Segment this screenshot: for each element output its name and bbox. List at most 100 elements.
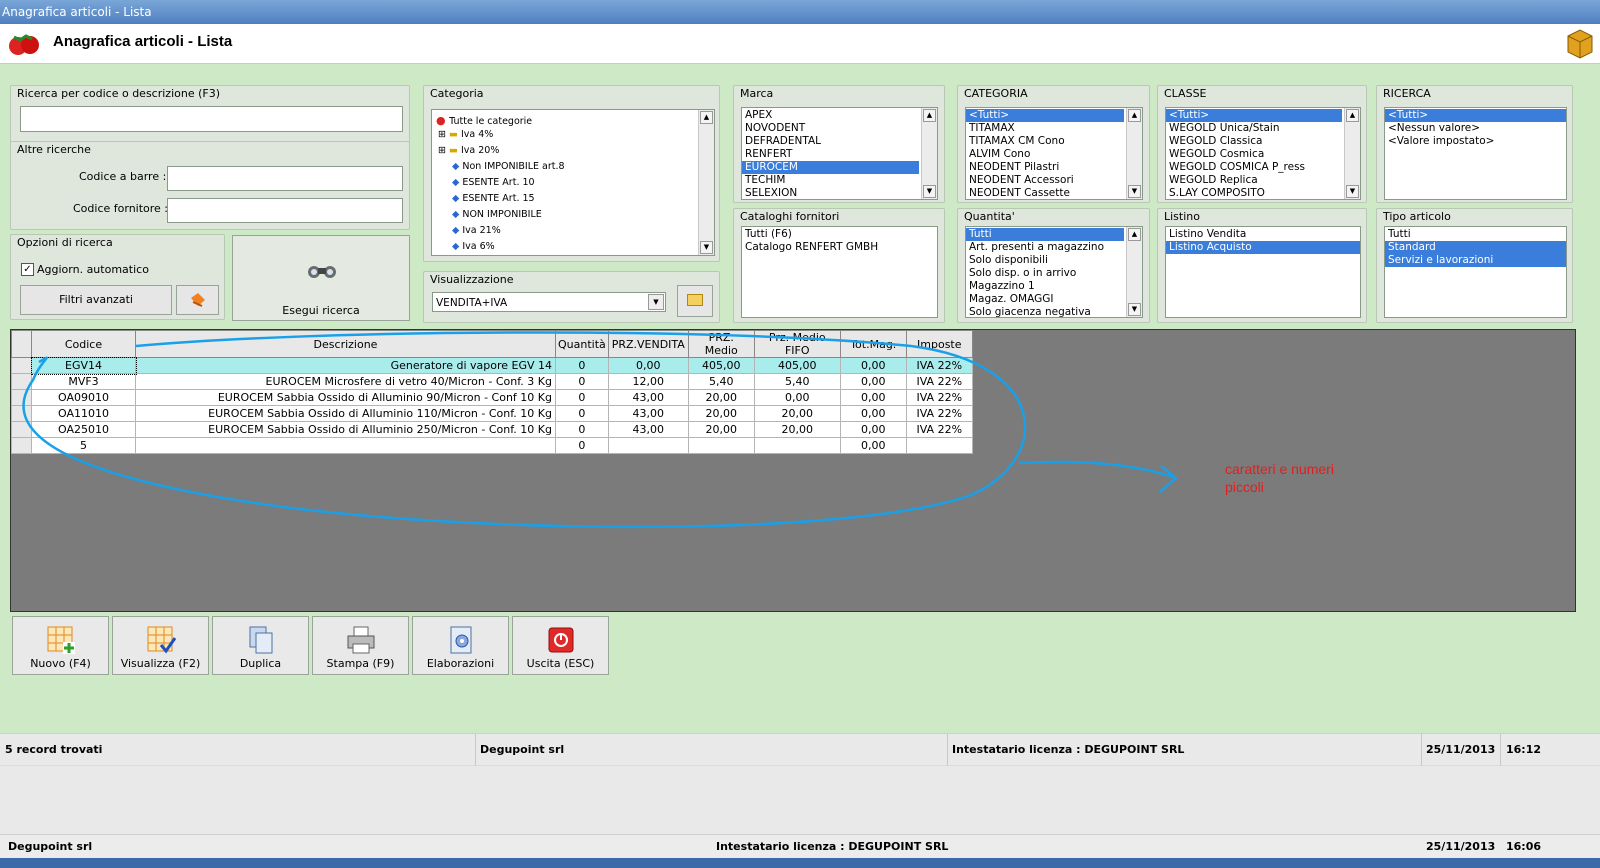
list-item[interactable]: Listino Vendita: [1166, 228, 1360, 241]
list-item[interactable]: NEODENT Accessori: [966, 174, 1124, 187]
category-icon: ◆: [452, 161, 460, 172]
records-found: 5 record trovati: [5, 743, 103, 756]
exit-button[interactable]: Uscita (ESC): [512, 616, 609, 675]
articles-grid[interactable]: Codice Descrizione Quantità PRZ.VENDITA PRZ.…: [10, 329, 1576, 612]
ricerca-list[interactable]: <Tutti> <Nessun valore> <Valore impostato>: [1384, 107, 1567, 200]
categoria-list[interactable]: <Tutti> TITAMAX TITAMAX CM Cono ALVIM Cono N…: [965, 107, 1143, 200]
list-item[interactable]: <Valore impostato>: [1385, 135, 1566, 148]
folder-icon: ▬: [448, 129, 458, 140]
tree-item-iva20[interactable]: ⊞ ▬ Iva 20%: [438, 145, 499, 156]
scroll-down-icon[interactable]: ▼: [1128, 185, 1141, 198]
tree-item-iva6[interactable]: ◆ Iva 6%: [452, 241, 495, 252]
list-item[interactable]: Catalogo RENFERT GMBH: [742, 241, 937, 254]
scroll-down-icon[interactable]: ▼: [700, 241, 713, 254]
process-button-label: Elaborazioni: [426, 657, 495, 670]
scroll-down-icon[interactable]: ▼: [923, 185, 936, 198]
supplier-catalogs-list[interactable]: Tutti (F6) Catalogo RENFERT GMBH: [741, 226, 938, 318]
list-item[interactable]: NOVODENT: [742, 122, 919, 135]
list-scrollbar[interactable]: ▲ ▼: [921, 108, 937, 199]
list-item[interactable]: <Tutti>: [1385, 109, 1566, 122]
list-item[interactable]: S.LAY COMPOSITO: [1166, 187, 1342, 199]
list-item[interactable]: APEX: [742, 109, 919, 122]
supplier-code-field[interactable]: [167, 198, 403, 223]
list-item[interactable]: Magaz. OMAGGI: [966, 293, 1124, 306]
list-item[interactable]: ALVIM Cono: [966, 148, 1124, 161]
list-item[interactable]: Art. presenti a magazzino: [966, 241, 1124, 254]
tree-item-nonimp[interactable]: ◆ NON IMPONIBILE: [452, 209, 542, 220]
execute-search-label: Esegui ricerca: [282, 304, 360, 317]
barcode-field[interactable]: [167, 166, 403, 191]
brand-list[interactable]: APEX NOVODENT DEFRADENTAL RENFERT EUROCEM TEC…: [741, 107, 938, 200]
list-item[interactable]: Tutti (F6): [742, 228, 937, 241]
auto-update-checkbox[interactable]: ✓: [21, 263, 34, 276]
tree-item-nonimp8[interactable]: ◆ Non IMPONIBILE art.8: [452, 161, 565, 172]
list-item[interactable]: RENFERT: [742, 148, 919, 161]
scroll-up-icon[interactable]: ▲: [1346, 109, 1359, 122]
tree-scrollbar[interactable]: ▲ ▼: [698, 110, 714, 255]
list-item[interactable]: TITAMAX: [966, 122, 1124, 135]
list-item[interactable]: WEGOLD Unica/Stain: [1166, 122, 1342, 135]
view-grid-icon: [147, 626, 176, 654]
list-item[interactable]: Tutti: [966, 228, 1124, 241]
list-item[interactable]: <Tutti>: [966, 109, 1124, 122]
list-scrollbar[interactable]: ▲ ▼: [1126, 108, 1142, 199]
tree-item-esente15[interactable]: ◆ ESENTE Art. 15: [452, 193, 535, 204]
list-item[interactable]: Listino Acquisto: [1166, 241, 1360, 254]
tree-item-iva4[interactable]: ⊞ ▬ Iva 4%: [438, 129, 493, 140]
list-item[interactable]: WEGOLD COSMICA P_ress: [1166, 161, 1342, 174]
list-item[interactable]: DEFRADENTAL: [742, 135, 919, 148]
scroll-up-icon[interactable]: ▲: [1128, 228, 1141, 241]
new-button[interactable]: Nuovo (F4): [12, 616, 109, 675]
view-button[interactable]: Visualizza (F2): [112, 616, 209, 675]
advanced-filters-button[interactable]: Filtri avanzati: [20, 285, 172, 315]
list-item[interactable]: Solo disp. o in arrivo: [966, 267, 1124, 280]
list-scrollbar[interactable]: ▲ ▼: [1126, 227, 1142, 317]
list-item[interactable]: Solo giacenza negativa: [966, 306, 1124, 317]
list-item[interactable]: SELEXION: [742, 187, 919, 199]
chevron-down-icon[interactable]: ▼: [648, 294, 664, 310]
execute-search-button[interactable]: Esegui ricerca: [232, 235, 410, 321]
ricerca-label: RICERCA: [1383, 87, 1431, 100]
scroll-up-icon[interactable]: ▲: [923, 109, 936, 122]
folder-icon: ▬: [448, 145, 458, 156]
duplicate-button[interactable]: Duplica: [212, 616, 309, 675]
list-item[interactable]: <Tutti>: [1166, 109, 1342, 122]
list-item[interactable]: WEGOLD Classica: [1166, 135, 1342, 148]
clear-filters-button[interactable]: [176, 285, 219, 315]
bottom-status-bar: Degupoint srl Intestatario licenza : DEG…: [0, 834, 1600, 858]
scroll-up-icon[interactable]: ▲: [700, 111, 713, 124]
list-item[interactable]: Magazzino 1: [966, 280, 1124, 293]
view-select[interactable]: VENDITA+IVA ▼: [432, 292, 666, 312]
list-item[interactable]: WEGOLD Cosmica: [1166, 148, 1342, 161]
list-item[interactable]: Servizi e lavorazioni: [1385, 254, 1566, 267]
class-list[interactable]: <Tutti> WEGOLD Unica/Stain WEGOLD Classica…: [1165, 107, 1361, 200]
list-item[interactable]: <Nessun valore>: [1385, 122, 1566, 135]
tree-root-item[interactable]: ● Tutte le categorie: [436, 114, 532, 127]
item-type-list[interactable]: Tutti Standard Servizi e lavorazioni: [1384, 226, 1567, 318]
list-item[interactable]: WEGOLD Replica: [1166, 174, 1342, 187]
tree-item-iva21[interactable]: ◆ Iva 21%: [452, 225, 501, 236]
list-item[interactable]: TECHIM: [742, 174, 919, 187]
scroll-down-icon[interactable]: ▼: [1128, 303, 1141, 316]
scroll-down-icon[interactable]: ▼: [1346, 185, 1359, 198]
scroll-up-icon[interactable]: ▲: [1128, 109, 1141, 122]
list-item[interactable]: Standard: [1385, 241, 1566, 254]
print-button[interactable]: Stampa (F9): [312, 616, 409, 675]
list-scrollbar[interactable]: ▲ ▼: [1344, 108, 1360, 199]
list-item[interactable]: TITAMAX CM Cono: [966, 135, 1124, 148]
process-button[interactable]: Elaborazioni: [412, 616, 509, 675]
price-list[interactable]: Listino Vendita Listino Acquisto: [1165, 226, 1361, 318]
list-item[interactable]: Solo disponibili: [966, 254, 1124, 267]
list-item[interactable]: EUROCEM: [742, 161, 919, 174]
category-tree[interactable]: ● Tutte le categorie ⊞ ▬ Iva 4% ⊞ ▬ Iva …: [431, 109, 715, 256]
tree-item-esente10[interactable]: ◆ ESENTE Art. 10: [452, 177, 535, 188]
auto-update-label: Aggiorn. automatico: [37, 263, 149, 276]
list-item[interactable]: NEODENT Pilastri: [966, 161, 1124, 174]
category-icon: ◆: [452, 241, 460, 252]
list-item[interactable]: NEODENT Cassette: [966, 187, 1124, 199]
quantity-list[interactable]: Tutti Art. presenti a magazzino Solo dispo…: [965, 226, 1143, 318]
open-folder-button[interactable]: [677, 285, 713, 317]
box-icon[interactable]: [1565, 27, 1595, 59]
list-item[interactable]: Tutti: [1385, 228, 1566, 241]
search-input[interactable]: [20, 106, 403, 132]
